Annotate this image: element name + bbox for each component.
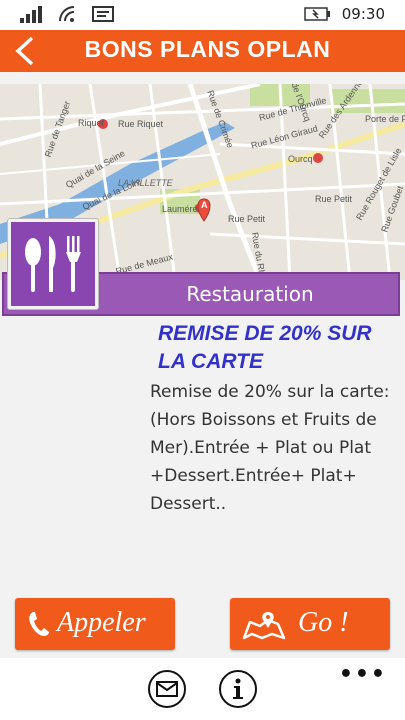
bottom-app-bar: ••• <box>0 658 405 720</box>
page-title: BONS PLANS OPLAN <box>84 36 331 62</box>
battery-icon <box>304 7 330 21</box>
map-label-laumiere: Lauméré <box>162 204 198 214</box>
back-arrow-icon[interactable] <box>10 35 42 67</box>
category-label: Restauration <box>186 282 314 306</box>
map-label-rue-riquet: Rue Riquet <box>118 119 164 129</box>
app-header: BONS PLANS OPLAN <box>0 30 405 72</box>
offer-title: REMISE DE 20% SUR LA CARTE <box>158 322 372 373</box>
info-button[interactable] <box>219 670 257 708</box>
wifi-icon <box>59 6 75 22</box>
call-button-label: Appeler <box>57 607 146 638</box>
signal-icon <box>20 6 42 23</box>
category-icon-tile <box>8 219 98 309</box>
message-icon <box>92 6 114 22</box>
map-label-rue-petit-2: Rue Petit <box>315 194 353 204</box>
mail-button[interactable] <box>148 670 186 708</box>
map-label-rue-petit: Rue Petit <box>228 214 266 224</box>
map-label-ourcq: Ourcq <box>288 154 313 164</box>
mail-icon <box>156 681 178 697</box>
more-options-button[interactable]: ••• <box>339 662 387 687</box>
map-label-porte-pan: Porte de Pan <box>365 114 405 124</box>
go-button[interactable]: Go ! <box>230 598 390 650</box>
status-left <box>20 5 114 23</box>
cutlery-icon <box>25 236 81 292</box>
go-button-label: Go ! <box>298 607 349 638</box>
info-icon <box>233 678 243 699</box>
map-label-villette: LA VILLETTE <box>118 178 173 188</box>
status-right: 09:30 <box>304 5 385 23</box>
status-bar: 09:30 <box>0 0 405 30</box>
map-pin-label: A <box>201 200 208 210</box>
map-directions-icon <box>242 612 286 640</box>
status-time: 09:30 <box>341 5 385 23</box>
phone-icon <box>29 612 49 636</box>
call-button[interactable]: Appeler <box>15 598 175 650</box>
offer-description: Remise de 20% sur la carte: (Hors Boisso… <box>150 382 390 514</box>
map-label-riquet: Riquet <box>78 118 105 128</box>
